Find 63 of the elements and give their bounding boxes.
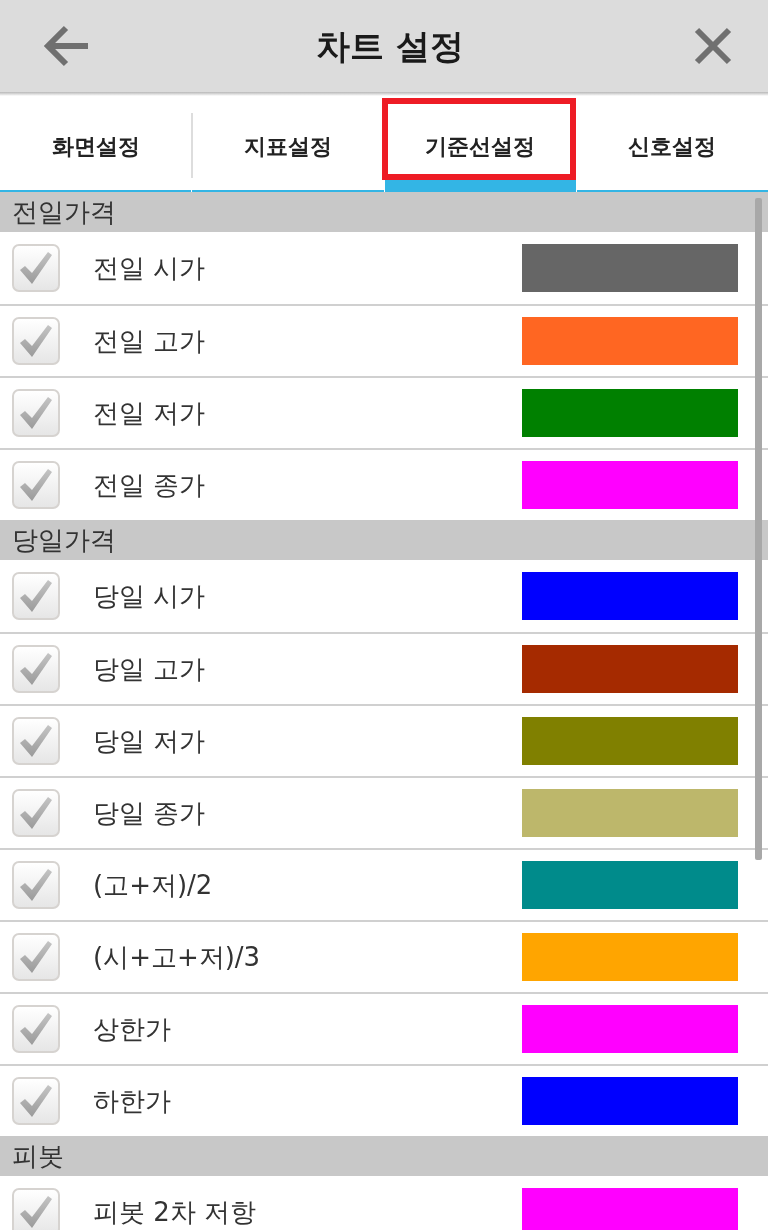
check-icon xyxy=(20,725,52,757)
color-swatch[interactable] xyxy=(522,1188,738,1230)
color-swatch[interactable] xyxy=(522,244,738,292)
color-swatch[interactable] xyxy=(522,861,738,909)
check-icon xyxy=(20,325,52,357)
check-icon xyxy=(20,1013,52,1045)
back-arrow-icon xyxy=(44,25,90,67)
section-header: 전일가격 xyxy=(0,192,768,232)
check-icon xyxy=(20,797,52,829)
color-swatch[interactable] xyxy=(522,461,738,509)
row-label: 전일 고가 xyxy=(93,324,206,358)
row-label: 전일 종가 xyxy=(93,468,206,502)
check-icon xyxy=(20,1085,52,1117)
checkbox[interactable] xyxy=(12,1077,60,1125)
section-header: 피봇 xyxy=(0,1136,768,1176)
row-label: 당일 저가 xyxy=(93,724,206,758)
checkbox[interactable] xyxy=(12,1188,60,1230)
row-label: 당일 종가 xyxy=(93,796,206,830)
checkbox[interactable] xyxy=(12,1005,60,1053)
color-swatch[interactable] xyxy=(522,572,738,620)
check-icon xyxy=(20,469,52,501)
row-label: 피봇 2차 저항 xyxy=(93,1195,257,1229)
checkbox[interactable] xyxy=(12,861,60,909)
color-swatch[interactable] xyxy=(522,317,738,365)
screen-title: 차트 설정 xyxy=(315,24,465,68)
color-swatch[interactable] xyxy=(522,1005,738,1053)
tab[interactable]: 기준선설정 xyxy=(384,96,576,180)
color-swatch[interactable] xyxy=(522,933,738,981)
checkbox[interactable] xyxy=(12,389,60,437)
checkbox[interactable] xyxy=(12,717,60,765)
tab[interactable]: 지표설정 xyxy=(192,96,384,180)
close-icon xyxy=(694,27,732,65)
row-label: (고+저)/2 xyxy=(93,868,213,902)
checkbox[interactable] xyxy=(12,244,60,292)
checkbox[interactable] xyxy=(12,933,60,981)
color-swatch[interactable] xyxy=(522,717,738,765)
row-label: 전일 저가 xyxy=(93,396,206,430)
color-swatch[interactable] xyxy=(522,789,738,837)
scrollbar-thumb[interactable] xyxy=(755,198,762,860)
checkbox[interactable] xyxy=(12,572,60,620)
check-icon xyxy=(20,580,52,612)
check-icon xyxy=(20,397,52,429)
checkbox[interactable] xyxy=(12,317,60,365)
row-label: 전일 시가 xyxy=(93,251,206,285)
row-label: 하한가 xyxy=(93,1084,171,1118)
check-icon xyxy=(20,252,52,284)
tab[interactable]: 화면설정 xyxy=(0,96,192,180)
row-label: 상한가 xyxy=(93,1012,171,1046)
section-header: 당일가격 xyxy=(0,520,768,560)
checkbox[interactable] xyxy=(12,461,60,509)
check-icon xyxy=(20,1196,52,1228)
row-label: (시+고+저)/3 xyxy=(93,940,261,974)
checkbox[interactable] xyxy=(12,789,60,837)
check-icon xyxy=(20,869,52,901)
check-icon xyxy=(20,941,52,973)
row-label: 당일 시가 xyxy=(93,579,206,613)
checkbox[interactable] xyxy=(12,645,60,693)
row-label: 당일 고가 xyxy=(93,652,206,686)
check-icon xyxy=(20,653,52,685)
color-swatch[interactable] xyxy=(522,1077,738,1125)
color-swatch[interactable] xyxy=(522,389,738,437)
tab[interactable]: 신호설정 xyxy=(576,96,768,180)
color-swatch[interactable] xyxy=(522,645,738,693)
